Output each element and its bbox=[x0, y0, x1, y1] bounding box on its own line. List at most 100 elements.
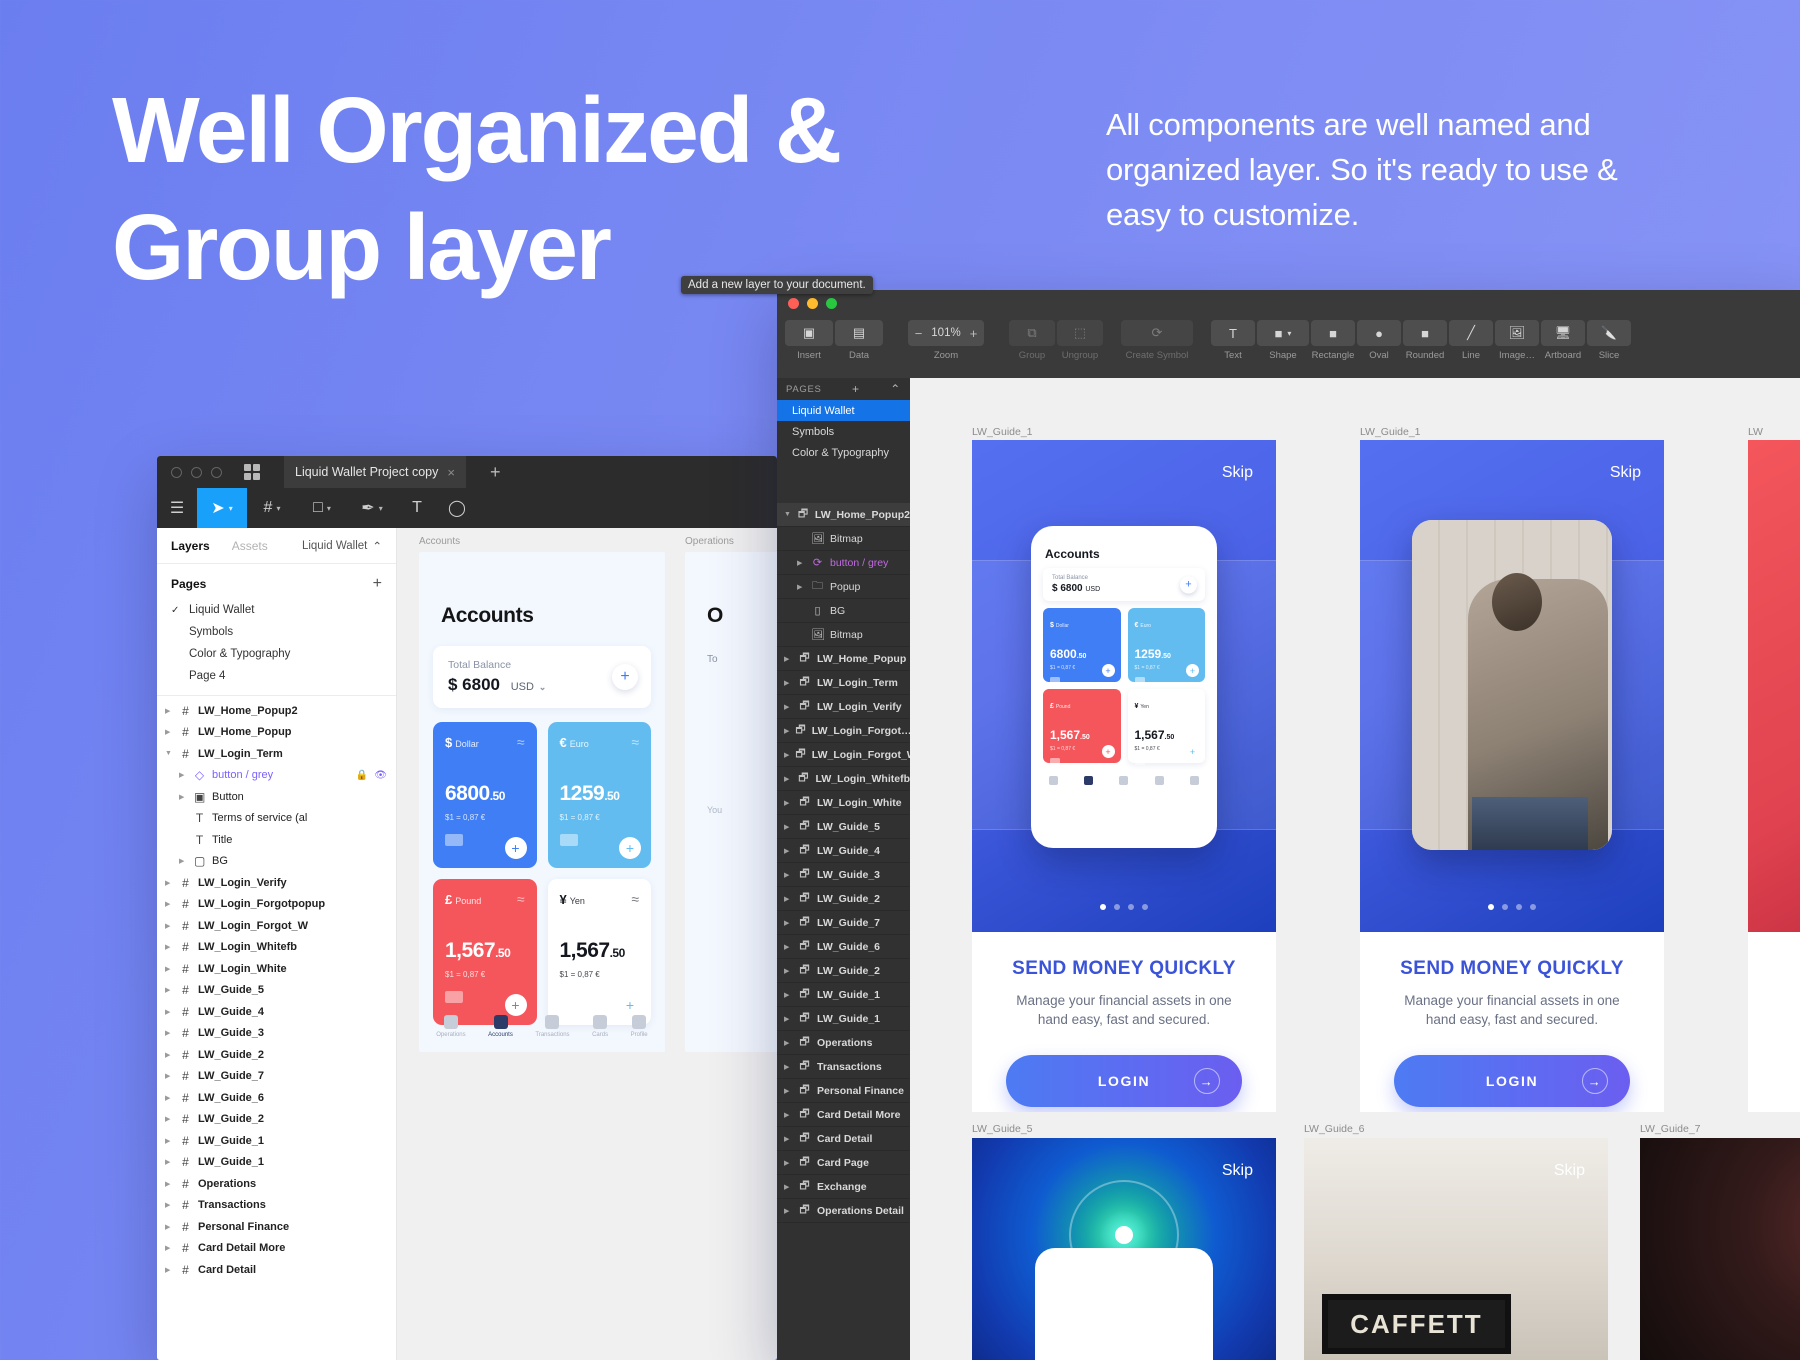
figma-layer-row[interactable]: ▶#LW_Login_Verify bbox=[157, 872, 396, 894]
chevron-right-icon[interactable]: ▶ bbox=[784, 1015, 792, 1023]
figma-layer-row[interactable]: ▶▣Button bbox=[157, 786, 396, 808]
chevron-right-icon[interactable]: ▶ bbox=[165, 707, 173, 715]
chevron-right-icon[interactable]: ▶ bbox=[165, 1008, 173, 1016]
skip-button[interactable]: Skip bbox=[1554, 1162, 1585, 1180]
artboard-lw-guide-7[interactable] bbox=[1640, 1138, 1800, 1360]
login-button[interactable]: LOGIN → bbox=[1394, 1055, 1630, 1107]
tab-transactions[interactable]: Transactions bbox=[535, 1015, 569, 1038]
chevron-down-icon[interactable]: ▼ bbox=[784, 511, 791, 518]
sketch-layer-row[interactable]: ▶🗗LW_Login_Verify bbox=[777, 695, 910, 719]
dot-2[interactable] bbox=[1502, 904, 1508, 910]
carousel-dots[interactable] bbox=[1100, 904, 1148, 910]
chevron-right-icon[interactable]: ▶ bbox=[165, 965, 173, 973]
chevron-right-icon[interactable]: ▶ bbox=[165, 1244, 173, 1252]
sketch-layer-row[interactable]: ▶🗗Exchange bbox=[777, 1175, 910, 1199]
sketch-layer-row[interactable]: ▶🗗LW_Guide_2 bbox=[777, 959, 910, 983]
chevron-right-icon[interactable]: ▶ bbox=[784, 991, 792, 999]
currency-card[interactable]: €Euro≈1259.50$1 = 0,87 €+ bbox=[548, 722, 652, 868]
sketch-layer-row[interactable]: ▶🗗LW_Guide_7 bbox=[777, 911, 910, 935]
sketch-layer-row[interactable]: ▶🗗LW_Guide_1 bbox=[777, 1007, 910, 1031]
sketch-layer-row[interactable]: ▶🗗LW_Login_White bbox=[777, 791, 910, 815]
figma-layer-row[interactable]: ▼#LW_Login_Term bbox=[157, 743, 396, 765]
chevron-right-icon[interactable]: ▶ bbox=[784, 919, 792, 927]
dot-4[interactable] bbox=[1530, 904, 1536, 910]
sketch-layer-row[interactable]: ▶🗗LW_Guide_2 bbox=[777, 887, 910, 911]
chevron-right-icon[interactable]: ▶ bbox=[179, 771, 187, 779]
chevron-right-icon[interactable]: ▶ bbox=[165, 1137, 173, 1145]
chevron-right-icon[interactable]: ▶ bbox=[784, 1087, 792, 1095]
current-page-indicator[interactable]: Liquid Wallet ⌃ bbox=[302, 539, 382, 553]
minimize-button[interactable] bbox=[191, 467, 202, 478]
chevron-right-icon[interactable]: ▶ bbox=[165, 986, 173, 994]
layer-actions[interactable]: 🔒👁 bbox=[356, 770, 396, 781]
add-currency-button[interactable]: + bbox=[619, 837, 641, 859]
comment-tool-icon[interactable]: ◯ bbox=[437, 488, 477, 528]
collapse-pages-icon[interactable]: ⌃ bbox=[883, 382, 901, 396]
chevron-right-icon[interactable]: ▶ bbox=[165, 922, 173, 930]
figma-layer-row[interactable]: ▶#LW_Guide_6 bbox=[157, 1087, 396, 1109]
zoom-control[interactable]: − 101% + bbox=[908, 320, 985, 346]
sketch-layer-row[interactable]: ▶🗗LW_Guide_5 bbox=[777, 815, 910, 839]
currency-selector[interactable]: USD bbox=[511, 681, 534, 693]
slice-icon[interactable]: 🔪 bbox=[1587, 320, 1631, 346]
skip-button[interactable]: Skip bbox=[1222, 1162, 1253, 1180]
chevron-right-icon[interactable]: ▶ bbox=[784, 1135, 792, 1143]
figma-layer-row[interactable]: ▶▢BG bbox=[157, 851, 396, 873]
sketch-layer-row[interactable]: 🖼Bitmap bbox=[777, 623, 910, 647]
chevron-down-icon[interactable]: ▼ bbox=[165, 750, 173, 757]
tab-assets[interactable]: Assets bbox=[232, 539, 268, 553]
maximize-button[interactable] bbox=[826, 298, 837, 309]
add-currency-button[interactable]: + bbox=[505, 837, 527, 859]
chevron-right-icon[interactable]: ▶ bbox=[784, 1111, 792, 1119]
chevron-right-icon[interactable]: ▶ bbox=[165, 728, 173, 736]
artboard-icon[interactable]: 🖥 bbox=[1541, 320, 1585, 346]
insert-icon[interactable]: ▣ bbox=[785, 320, 833, 346]
tab-profile[interactable]: Profile bbox=[631, 1015, 648, 1038]
rectangle-icon[interactable]: ■ bbox=[1311, 320, 1355, 346]
skip-button[interactable]: Skip bbox=[1222, 464, 1253, 482]
add-account-button[interactable]: + bbox=[612, 664, 638, 690]
rounded-icon[interactable]: ■ bbox=[1403, 320, 1447, 346]
sketch-layer-row[interactable]: 🖼Bitmap bbox=[777, 527, 910, 551]
figma-layer-row[interactable]: ▶#LW_Guide_2 bbox=[157, 1044, 396, 1066]
currency-card[interactable]: ¥Yen≈1,567.50$1 = 0,87 €+ bbox=[548, 879, 652, 1025]
chevron-right-icon[interactable]: ▶ bbox=[165, 1180, 173, 1188]
figma-layer-row[interactable]: ▶#LW_Guide_3 bbox=[157, 1023, 396, 1045]
carousel-dots[interactable] bbox=[1488, 904, 1536, 910]
figma-layer-row[interactable]: ▶#LW_Guide_5 bbox=[157, 980, 396, 1002]
chevron-right-icon[interactable]: ▶ bbox=[784, 1159, 792, 1167]
artboard-lw-guide-1-a[interactable]: Skip Accounts Total Balance $ 6800 USD + bbox=[972, 440, 1276, 1112]
total-balance-card[interactable]: Total Balance $ 6800 USD ⌄ + bbox=[433, 646, 651, 708]
close-button[interactable] bbox=[171, 467, 182, 478]
chevron-right-icon[interactable]: ▶ bbox=[179, 793, 187, 801]
chevron-right-icon[interactable]: ▶ bbox=[784, 775, 791, 783]
figma-layer-row[interactable]: ▶#Personal Finance bbox=[157, 1216, 396, 1238]
chevron-right-icon[interactable]: ▶ bbox=[784, 799, 792, 807]
zoom-in-button[interactable]: + bbox=[970, 326, 978, 341]
chevron-right-icon[interactable]: ▶ bbox=[784, 895, 792, 903]
artboard-lw-guide-5[interactable]: Skip bbox=[972, 1138, 1276, 1360]
figma-page-item[interactable]: Page 4 bbox=[157, 665, 396, 687]
sketch-layer-row[interactable]: ▶🗗LW_Login_Forgot_W bbox=[777, 743, 910, 767]
tab-cards[interactable]: Cards bbox=[592, 1015, 608, 1038]
text-tool-icon[interactable]: T bbox=[397, 488, 437, 528]
lock-icon[interactable]: 🔒 bbox=[356, 770, 368, 781]
chevron-right-icon[interactable]: ▶ bbox=[165, 1029, 173, 1037]
menu-icon[interactable]: ☰ bbox=[157, 488, 197, 528]
sketch-layer-row[interactable]: ▶🗗Card Page bbox=[777, 1151, 910, 1175]
chevron-right-icon[interactable]: ▶ bbox=[784, 1207, 792, 1215]
sketch-layer-row[interactable]: ▶🗀Popup bbox=[777, 575, 910, 599]
chevron-right-icon[interactable]: ▶ bbox=[784, 1039, 792, 1047]
figma-layer-row[interactable]: ▶#LW_Guide_7 bbox=[157, 1066, 396, 1088]
bottom-tab-bar[interactable]: OperationsAccountsTransactionsCardsProfi… bbox=[419, 1005, 665, 1046]
grid-view-icon[interactable] bbox=[244, 464, 260, 480]
dot-4[interactable] bbox=[1142, 904, 1148, 910]
sketch-layer-row[interactable]: ▶🗗LW_Guide_4 bbox=[777, 839, 910, 863]
add-page-button[interactable]: + bbox=[845, 382, 860, 396]
figma-layer-row[interactable]: ▶#LW_Guide_2 bbox=[157, 1109, 396, 1131]
document-tab[interactable]: Liquid Wallet Project copy × bbox=[284, 456, 466, 488]
text-icon[interactable]: T bbox=[1211, 320, 1255, 346]
sketch-layer-row[interactable]: ▶🗗LW_Home_Popup bbox=[777, 647, 910, 671]
figma-layer-row[interactable]: TTitle bbox=[157, 829, 396, 851]
pen-tool-icon[interactable]: ✒▾ bbox=[347, 488, 397, 528]
